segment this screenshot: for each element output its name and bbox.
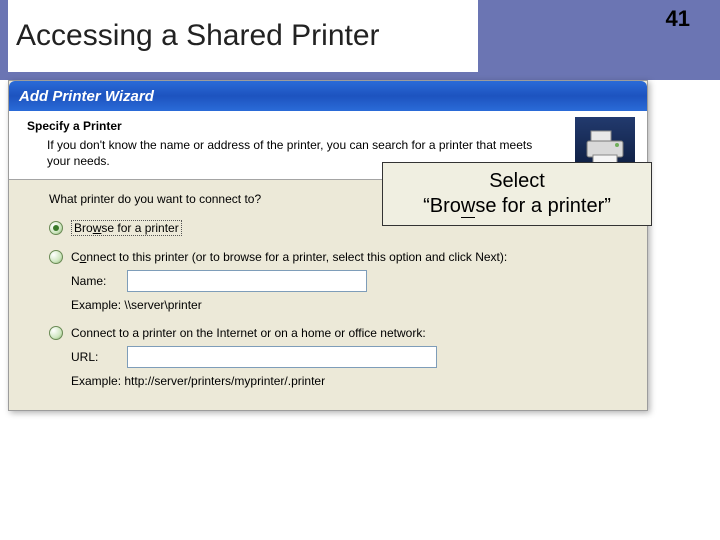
url-example: Example: http://server/printers/myprinte… xyxy=(71,374,627,388)
radio-connect-named-label: Connect to this printer (or to browse fo… xyxy=(71,250,507,264)
radio-row-connect-internet[interactable]: Connect to a printer on the Internet or … xyxy=(49,326,627,340)
url-input[interactable] xyxy=(127,346,437,368)
wizard-heading: Specify a Printer xyxy=(27,119,635,133)
url-label: URL: xyxy=(71,350,119,364)
slide-title-box: Accessing a Shared Printer xyxy=(8,0,478,72)
name-field-row: Name: xyxy=(71,270,627,292)
radio-browse[interactable] xyxy=(49,221,63,235)
radio-browse-label: Browse for a printer xyxy=(71,220,182,236)
radio-row-connect-named[interactable]: Connect to this printer (or to browse fo… xyxy=(49,250,627,264)
name-label: Name: xyxy=(71,274,119,288)
add-printer-wizard-window: Add Printer Wizard Specify a Printer If … xyxy=(8,80,648,411)
window-title: Add Printer Wizard xyxy=(19,88,154,105)
radio-connect-internet-label: Connect to a printer on the Internet or … xyxy=(71,326,426,340)
radio-connect-internet[interactable] xyxy=(49,326,63,340)
slide-title: Accessing a Shared Printer xyxy=(16,19,380,53)
slide-header: Accessing a Shared Printer 41 xyxy=(0,0,720,80)
window-titlebar[interactable]: Add Printer Wizard xyxy=(9,81,647,111)
page-number: 41 xyxy=(666,6,690,32)
instruction-callout: Select “Browse for a printer” xyxy=(382,162,652,226)
callout-text: Select “Browse for a printer” xyxy=(423,169,611,219)
name-input[interactable] xyxy=(127,270,367,292)
name-example: Example: \\server\printer xyxy=(71,298,627,312)
url-field-row: URL: xyxy=(71,346,627,368)
radio-connect-named[interactable] xyxy=(49,250,63,264)
